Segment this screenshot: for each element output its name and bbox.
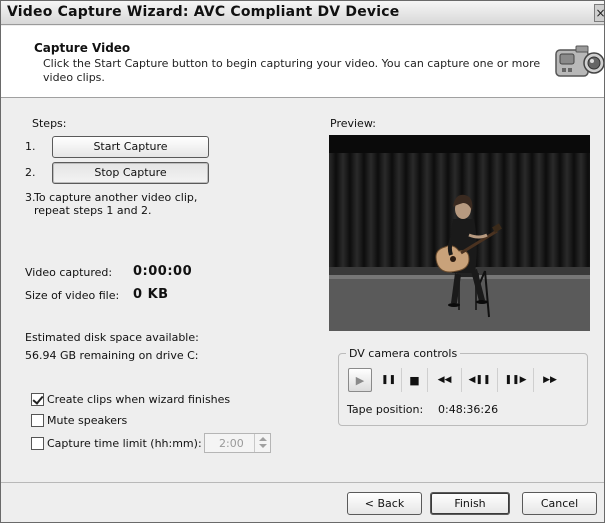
mute-speakers-option[interactable]: Mute speakers	[31, 412, 127, 428]
file-size-value: 0 KB	[133, 287, 169, 302]
video-captured-label: Video captured:	[25, 266, 113, 279]
file-size-label: Size of video file:	[25, 289, 120, 302]
play-icon[interactable]: ▶	[348, 368, 372, 392]
pause-icon[interactable]: ❚❚	[376, 368, 402, 392]
tape-position-label: Tape position:	[347, 403, 424, 416]
start-capture-button[interactable]: Start Capture	[52, 136, 209, 158]
video-capture-wizard-window: Video Capture Wizard: AVC Compliant DV D…	[0, 0, 605, 523]
step-1-number: 1.	[25, 140, 36, 153]
dv-control-toolbar: ▶ ❚❚ ■ ◀◀ ◀❚❚ ❚❚▶ ▶▶	[348, 368, 580, 392]
wizard-header: Capture Video Click the Start Capture bu…	[1, 26, 604, 98]
cancel-button[interactable]: Cancel	[522, 492, 597, 515]
spin-up-icon[interactable]	[259, 437, 267, 441]
spin-arrows[interactable]	[254, 434, 270, 452]
video-preview	[329, 135, 590, 331]
page-description: Click the Start Capture button to begin …	[43, 57, 541, 84]
window-title: Video Capture Wizard: AVC Compliant DV D…	[7, 4, 400, 20]
dv-camera-controls-label: DV camera controls	[346, 347, 461, 360]
disk-space-label: Estimated disk space available:	[25, 331, 199, 344]
camcorder-icon	[555, 45, 604, 77]
spin-down-icon[interactable]	[259, 444, 267, 448]
step-back-icon[interactable]: ◀❚❚	[462, 368, 498, 392]
create-clips-label: Create clips when wizard finishes	[47, 392, 231, 406]
finish-button[interactable]: Finish	[430, 492, 510, 515]
time-limit-value: 2:00	[219, 437, 244, 450]
time-limit-checkbox[interactable]	[31, 436, 44, 450]
steps-label: Steps:	[32, 117, 67, 130]
step-forward-icon[interactable]: ❚❚▶	[498, 368, 534, 392]
close-button[interactable]: ×	[594, 4, 604, 22]
create-clips-checkbox[interactable]	[31, 392, 44, 406]
disk-space-value: 56.94 GB remaining on drive C:	[25, 349, 199, 362]
preview-label: Preview:	[330, 117, 376, 130]
time-limit-label: Capture time limit (hh:mm):	[47, 436, 202, 450]
footer-divider	[1, 482, 604, 483]
video-captured-value: 0:00:00	[133, 264, 193, 279]
page-title: Capture Video	[34, 41, 131, 55]
stop-capture-button[interactable]: Stop Capture	[52, 162, 209, 184]
title-bar[interactable]: Video Capture Wizard: AVC Compliant DV D…	[1, 1, 604, 25]
create-clips-option[interactable]: Create clips when wizard finishes	[31, 391, 230, 407]
tape-position-value: 0:48:36:26	[438, 403, 499, 416]
back-button[interactable]: < Back	[347, 492, 422, 515]
mute-speakers-label: Mute speakers	[47, 413, 128, 427]
mute-speakers-checkbox[interactable]	[31, 413, 44, 427]
time-limit-option[interactable]: Capture time limit (hh:mm):	[31, 435, 202, 451]
disk-space-info: Estimated disk space available: 56.94 GB…	[25, 329, 199, 365]
stop-icon[interactable]: ■	[402, 368, 428, 392]
fast-forward-icon[interactable]: ▶▶	[534, 368, 566, 392]
step-2-number: 2.	[25, 166, 36, 179]
step-3-text: To capture another video clip, repeat st…	[34, 191, 198, 217]
time-limit-spinbox[interactable]: 2:00	[204, 433, 271, 453]
rewind-icon[interactable]: ◀◀	[428, 368, 462, 392]
